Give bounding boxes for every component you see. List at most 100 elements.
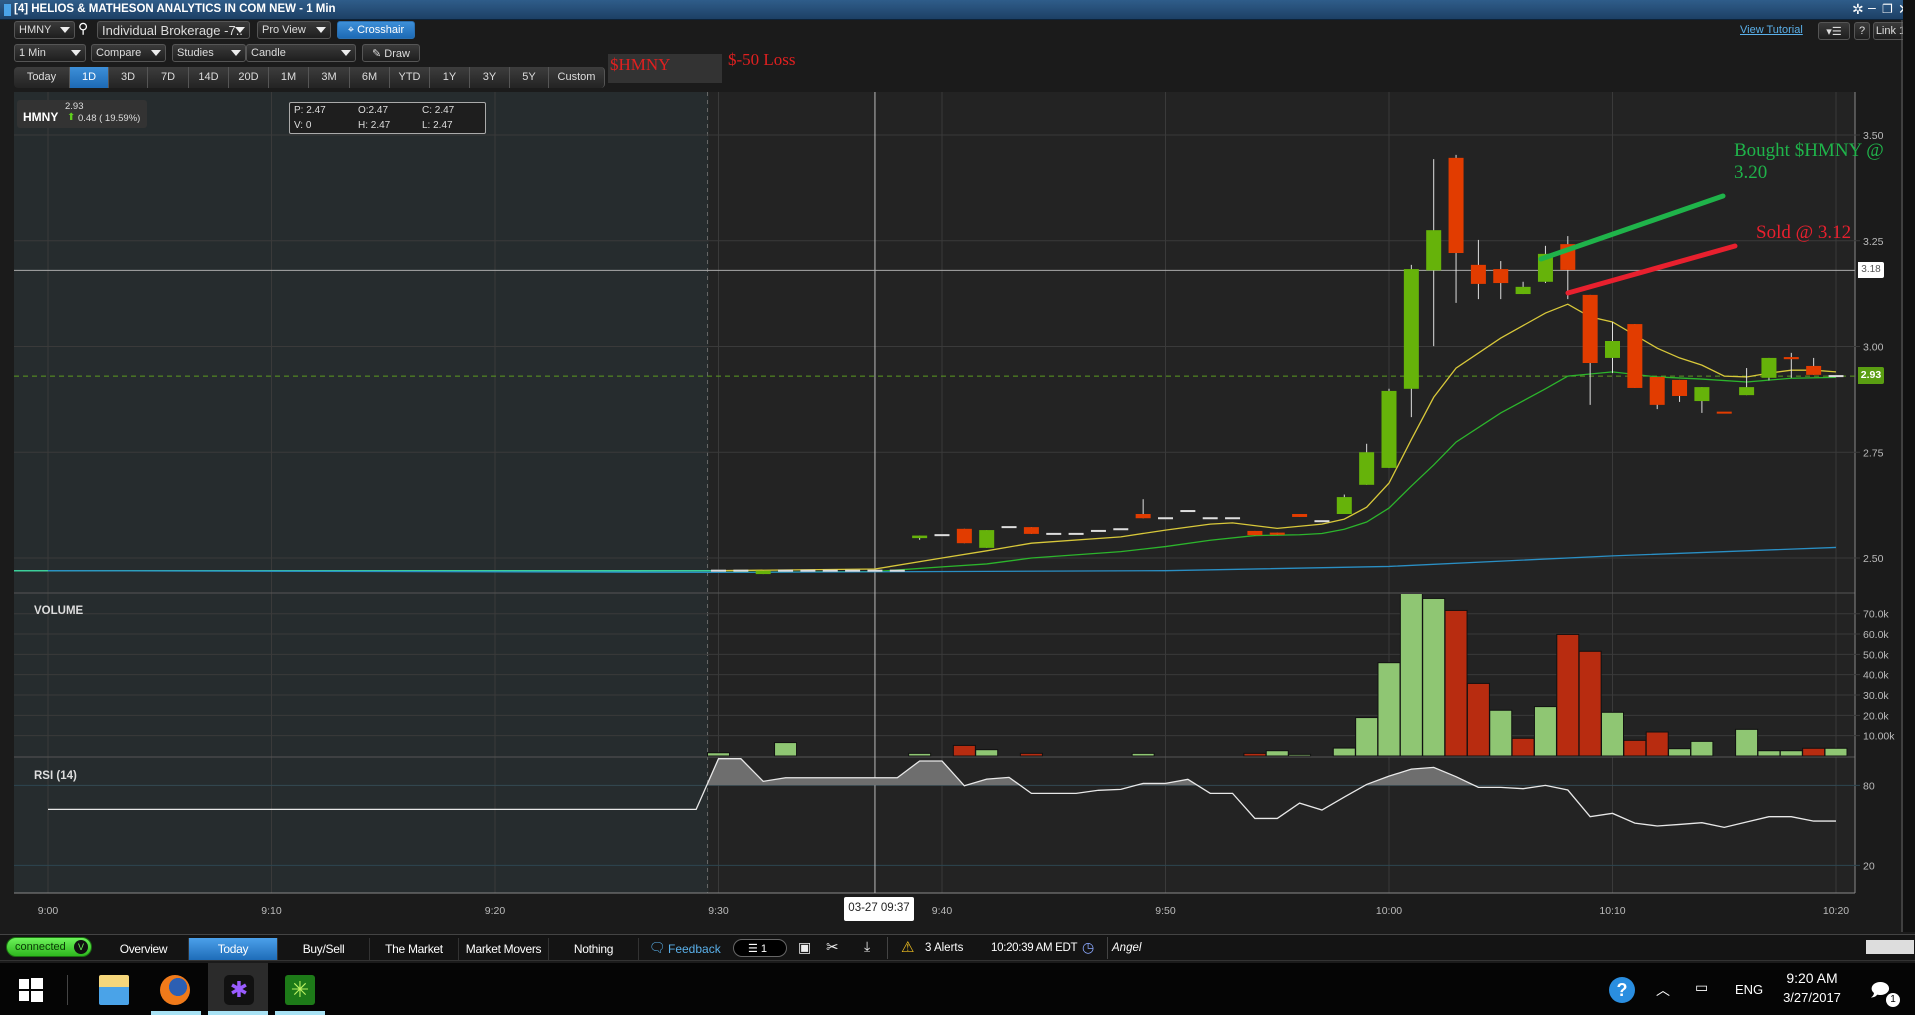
candle [889,569,905,572]
volume-bar [1131,752,1155,757]
list-icon: ☰ [748,943,761,955]
ohlc-close: C: 2.47 [422,105,455,116]
divider [1107,937,1108,959]
volume-bar [1355,717,1379,757]
volume-tick-label: 30.0k [1863,690,1889,702]
candle-body [956,528,972,544]
candle-body [845,569,861,572]
candle-body [1180,510,1196,513]
chevron-up-icon[interactable]: ︿ [1656,980,1670,1000]
status-tab-today[interactable]: Today [189,938,278,960]
help-tray-icon[interactable]: ? [1609,977,1635,1003]
volume-bar [1444,609,1468,757]
file-explorer-icon[interactable] [99,975,129,1005]
volume-tick-label: 70.0k [1863,609,1889,621]
candle [845,569,861,572]
notification-count: 1 [1886,993,1900,1007]
candle [733,569,749,572]
calculator-icon[interactable]: ▣ [798,939,811,956]
volume-bar [1556,633,1580,757]
candle-body [1605,341,1620,358]
download-icon[interactable]: ⤓ [864,938,870,955]
status-tab-buy-sell[interactable]: Buy/Sell [278,938,370,960]
volume-bar [1779,750,1803,757]
volume-bar [1243,752,1267,757]
candle-body [1515,286,1531,295]
volume-bar [1466,682,1490,757]
time-tick-label: 10:00 [1376,905,1402,917]
candle-body [1716,411,1732,414]
start-icon[interactable] [19,978,43,1002]
clock-icon[interactable]: ◷ [1082,939,1094,956]
candle-body [1269,532,1285,535]
taskbar-date[interactable]: 3/27/2017 [1774,990,1850,1005]
candle-body [934,534,950,537]
ohlc-readout: P: 2.47 O:2.47 C: 2.47 V: 0 H: 2.47 L: 2… [289,102,486,134]
candle-body [912,535,928,539]
candle [1023,527,1039,534]
arrow-up-icon: ⬆ [67,112,76,123]
candle [956,528,972,544]
candle [1068,532,1084,535]
taskbar-time[interactable]: 9:20 AM [1784,970,1840,986]
running-indicator [151,1011,201,1015]
candle-body [979,530,995,548]
volume-bar [1332,747,1356,757]
time-tick-label: 9:00 [38,905,59,917]
horizontal-scrollbar[interactable] [1866,940,1914,954]
status-tab-market-movers[interactable]: Market Movers [459,938,549,960]
status-tab-nothing[interactable]: Nothing [549,938,639,960]
candle-body [1828,375,1844,378]
candle [822,569,838,572]
candle-body [1023,527,1039,534]
status-tab-the-market[interactable]: The Market [370,938,459,960]
user-name: Angel [1112,942,1142,954]
rsi-tick-label: 20 [1863,860,1875,872]
candle-body [778,569,794,572]
candle-body [1739,387,1755,396]
candle [867,569,883,572]
candle [1225,517,1241,520]
candle [711,569,726,572]
volume-bar [1265,750,1289,757]
volume-bar [952,744,976,757]
candle [1269,532,1285,535]
candle-body [755,570,771,575]
battery-icon[interactable]: ▭ [1695,979,1708,996]
volume-tick-label: 60.0k [1863,629,1889,641]
crosshair-price-tag: 3.18 [1858,262,1884,278]
status-tab-overview[interactable]: Overview [99,938,189,960]
candle-body [1470,264,1486,284]
time-tick-label: 9:10 [261,905,282,917]
volume-bar [1422,597,1446,757]
candle [1247,530,1263,536]
time-tick-label: 9:40 [932,905,953,917]
candle-body [867,569,883,572]
candle-body [733,569,749,572]
price-chart[interactable]: 9:00 9:10 9:20 9:30 9:40 9:50 10:00 10:10 10:20 3… [0,0,1915,932]
volume-bar [1735,728,1759,757]
alerts-count[interactable]: 3 Alerts [925,942,963,954]
volume-bar [1533,706,1557,757]
candle [1180,510,1196,513]
volume-bar [1578,650,1602,757]
layout-button[interactable]: ☰ 1 [733,939,787,957]
candle-body [1694,387,1710,402]
feedback-link[interactable]: Feedback [668,942,721,956]
connected-icon: V [74,940,88,954]
volume-bar [774,742,798,757]
candle-body [1292,514,1308,517]
language-indicator[interactable]: ENG [1735,982,1763,997]
candle [1158,517,1173,520]
trading-app-icon[interactable]: ✱ [224,975,254,1005]
firefox-icon[interactable] [160,975,190,1005]
green-app-icon[interactable]: ✳ [285,975,315,1005]
candle [1001,526,1017,529]
candle-body [800,569,816,572]
crosshair-time-label: 03-27 09:37 [844,897,914,921]
volume-bar [1377,662,1401,757]
candle [778,569,794,572]
tools-icon[interactable]: ✂ [826,938,839,956]
rsi-label: RSI (14) [34,770,77,782]
connection-status[interactable]: connected V [6,937,92,957]
